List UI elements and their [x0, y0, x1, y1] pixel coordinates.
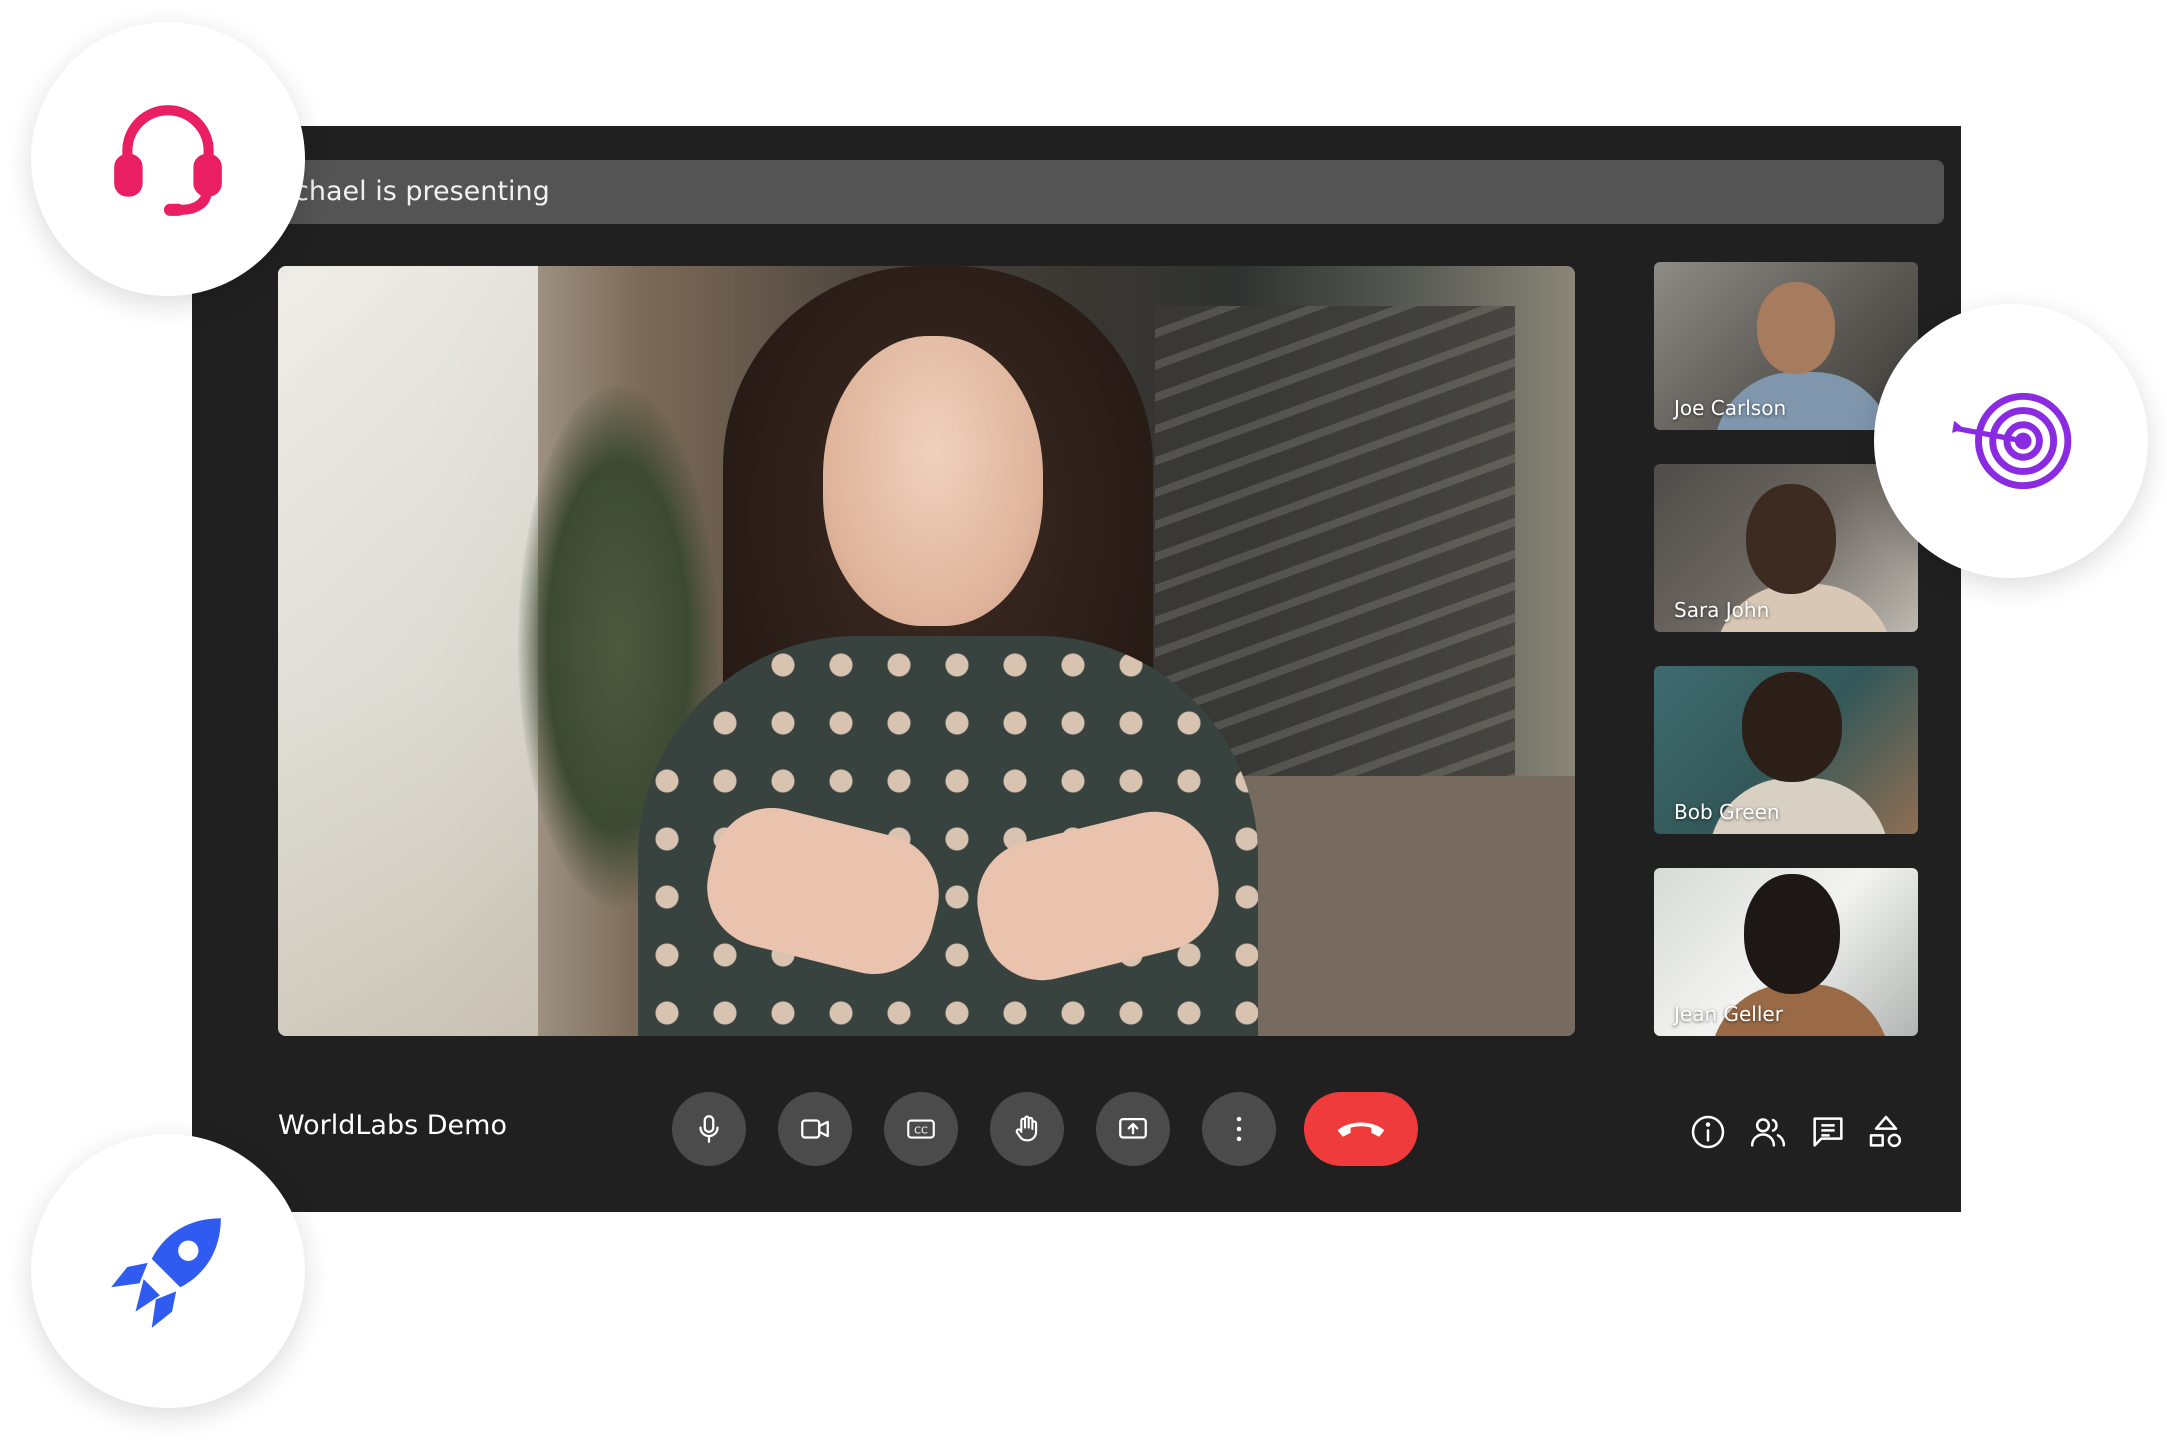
activities-button[interactable]	[1866, 1112, 1906, 1152]
more-options-icon	[1236, 1116, 1242, 1142]
info-button[interactable]	[1688, 1112, 1728, 1152]
participant-name: Joe Carlson	[1674, 396, 1787, 420]
participant-head	[1757, 282, 1835, 374]
rocket-badge	[31, 1134, 305, 1408]
meeting-title: WorldLabs Demo	[278, 1110, 507, 1141]
headset-badge	[31, 22, 305, 296]
participant-head	[1742, 672, 1842, 782]
people-button[interactable]	[1748, 1112, 1788, 1152]
camera-icon	[801, 1119, 829, 1139]
captions-glyph: CC	[914, 1125, 928, 1136]
presenter-face	[823, 336, 1043, 626]
share-screen-button[interactable]	[1096, 1092, 1170, 1166]
main-video[interactable]	[278, 266, 1575, 1036]
more-options-button[interactable]	[1202, 1092, 1276, 1166]
participant-name: Jean Geller	[1674, 1002, 1783, 1026]
info-icon	[1691, 1115, 1725, 1149]
target-badge	[1874, 304, 2148, 578]
captions-icon: CC	[907, 1119, 935, 1139]
hang-up-button[interactable]	[1304, 1092, 1418, 1166]
participant-tile[interactable]: Sara John	[1654, 464, 1918, 632]
participant-head	[1744, 874, 1840, 994]
microphone-icon	[699, 1115, 719, 1143]
participant-name: Bob Green	[1674, 800, 1780, 824]
share-screen-icon	[1119, 1117, 1147, 1139]
participant-tile[interactable]: Jean Geller	[1654, 868, 1918, 1036]
rocket-icon	[111, 1218, 221, 1328]
raise-hand-icon	[1015, 1115, 1038, 1142]
participant-head	[1746, 484, 1836, 594]
target-icon	[1952, 392, 2072, 490]
participant-tile[interactable]: Bob Green	[1654, 666, 1918, 834]
chat-button[interactable]	[1808, 1112, 1848, 1152]
people-icon	[1750, 1118, 1786, 1147]
hang-up-icon	[1337, 1122, 1385, 1137]
camera-button[interactable]	[778, 1092, 852, 1166]
presenter-banner: chael is presenting	[280, 160, 1944, 224]
microphone-button[interactable]	[672, 1092, 746, 1166]
participant-name: Sara John	[1674, 598, 1770, 622]
raise-hand-button[interactable]	[990, 1092, 1064, 1166]
chat-icon	[1813, 1117, 1843, 1147]
captions-button[interactable]: CC	[884, 1092, 958, 1166]
video-background-window	[278, 266, 538, 1036]
activities-icon	[1869, 1115, 1902, 1148]
headset-icon	[114, 105, 222, 216]
